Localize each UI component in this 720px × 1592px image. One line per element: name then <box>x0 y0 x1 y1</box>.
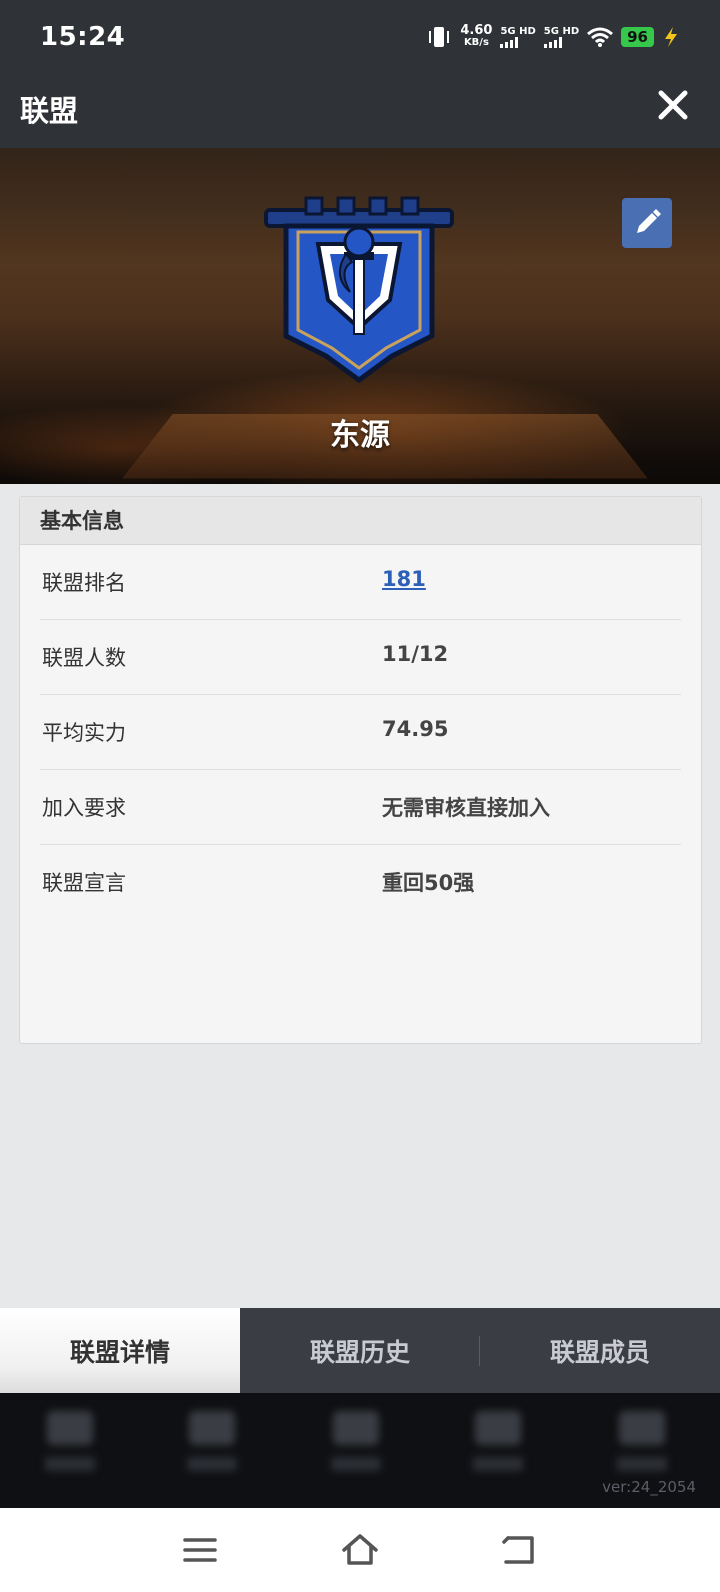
basic-info-panel: 基本信息 联盟排名 181 联盟人数 11/12 平均实力 74.95 加入要求… <box>19 496 702 1044</box>
info-label: 联盟宣言 <box>42 871 126 895</box>
nav-item-blurred <box>182 1411 242 1481</box>
tab-union-details[interactable]: 联盟详情 <box>0 1308 240 1393</box>
tab-label: 联盟历史 <box>309 1337 410 1367</box>
net-speed: 4.60 KB/s <box>460 23 493 49</box>
info-value: 无需审核直接加入 <box>382 796 550 820</box>
app-header: 联盟 <box>0 64 720 148</box>
sim1-signal: 5G HD <box>500 26 536 48</box>
back-button[interactable] <box>500 1530 540 1570</box>
status-bar: 15:24 4.60 KB/s 5G HD 5G HD 96 <box>0 0 720 64</box>
edit-button[interactable] <box>622 198 672 248</box>
nav-item-blurred <box>612 1411 672 1481</box>
union-name: 东源 <box>330 418 390 453</box>
menu-button[interactable] <box>180 1530 220 1570</box>
net-speed-value: 4.60 <box>460 23 493 38</box>
sim2-signal: 5G HD <box>543 26 580 48</box>
info-row-join-requirement: 加入要求 无需审核直接加入 <box>40 770 681 845</box>
status-icons: 4.60 KB/s 5G HD 5G HD 96 <box>426 22 680 52</box>
nav-item-blurred <box>468 1411 528 1481</box>
sim2-label: 5G HD <box>543 26 580 37</box>
tab-union-history[interactable]: 联盟历史 <box>240 1308 480 1393</box>
tab-union-members[interactable]: 联盟成员 <box>480 1308 720 1393</box>
info-row-members: 联盟人数 11/12 <box>40 620 681 695</box>
close-icon <box>658 90 688 120</box>
info-label: 联盟人数 <box>42 646 126 670</box>
signal-bars-icon <box>543 37 579 48</box>
info-value: 11/12 <box>382 642 449 666</box>
wifi-icon <box>587 27 614 47</box>
home-icon <box>342 1534 378 1565</box>
info-value: 重回50强 <box>382 871 475 895</box>
info-row-rank: 联盟排名 181 <box>40 545 681 620</box>
game-bottom-nav: ver:24_2054 <box>0 1393 720 1508</box>
info-label: 联盟排名 <box>42 571 126 595</box>
system-nav-bar <box>0 1508 720 1592</box>
vibrate-icon <box>429 27 450 47</box>
info-label: 平均实力 <box>42 721 126 745</box>
page-title: 联盟 <box>20 94 79 128</box>
home-button[interactable] <box>340 1530 380 1570</box>
rank-link[interactable]: 181 <box>382 567 426 591</box>
union-emblem-icon <box>264 196 454 384</box>
info-label: 加入要求 <box>42 796 126 820</box>
pencil-icon <box>637 209 661 233</box>
status-time: 15:24 <box>40 22 126 52</box>
union-tabs: 联盟详情 联盟历史 联盟成员 <box>0 1308 720 1393</box>
signal-bars-icon <box>500 37 535 48</box>
menu-icon <box>183 1538 217 1562</box>
net-speed-unit: KB/s <box>463 37 489 48</box>
sim1-label: 5G HD <box>500 26 536 37</box>
close-button[interactable] <box>654 86 692 124</box>
version-label: ver:24_2054 <box>602 1478 696 1496</box>
battery-indicator: 96 <box>621 27 654 47</box>
nav-item-blurred <box>326 1411 386 1481</box>
info-row-strength: 平均实力 74.95 <box>40 695 681 770</box>
union-banner: 东源 <box>0 148 720 484</box>
info-value: 74.95 <box>382 717 449 741</box>
back-icon <box>502 1536 534 1564</box>
section-title: 基本信息 <box>20 497 701 545</box>
info-row-declaration: 联盟宣言 重回50强 <box>40 845 681 920</box>
nav-item-blurred <box>40 1411 100 1481</box>
charging-icon <box>665 27 677 47</box>
